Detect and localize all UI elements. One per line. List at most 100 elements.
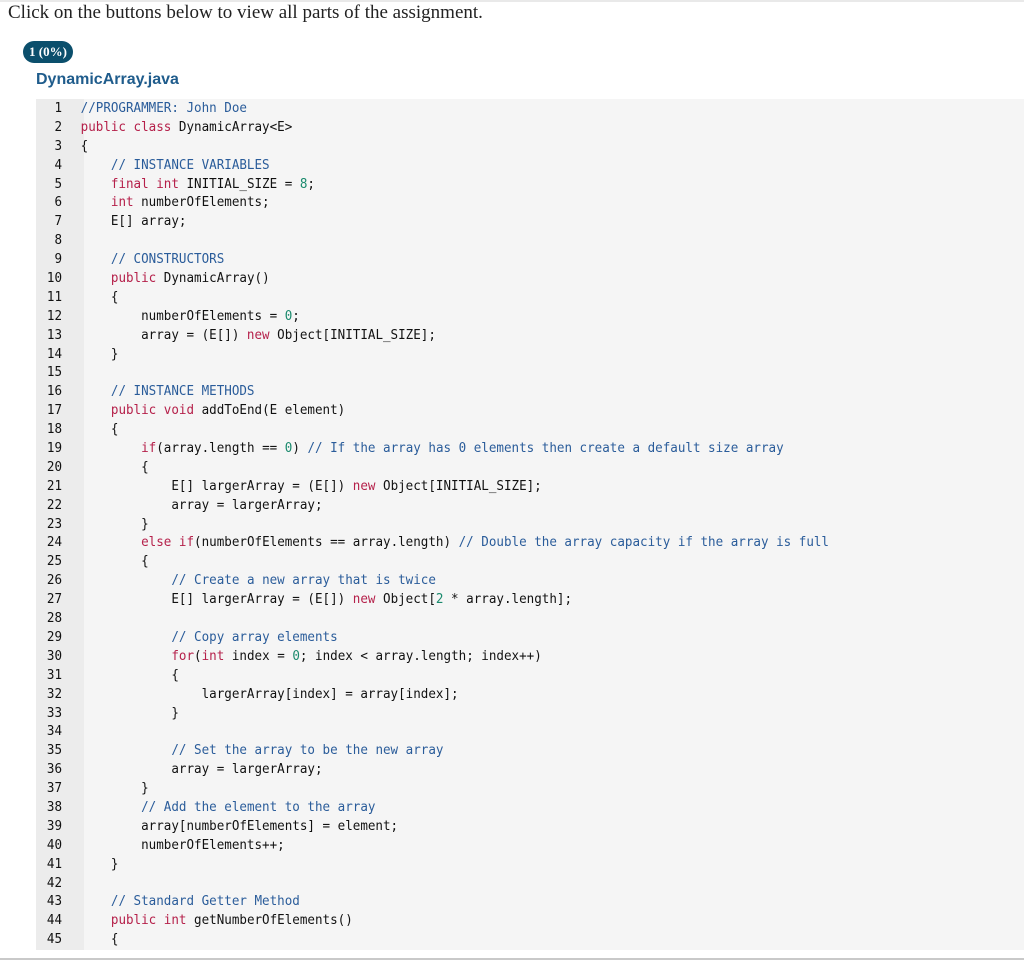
- code-token: {: [80, 421, 119, 438]
- line-number: 40: [46, 836, 63, 853]
- line-number: 12: [46, 307, 63, 324]
- line-number: 8: [54, 232, 63, 249]
- code-line: 24 else if(numberOfElements == array.len…: [36, 533, 829, 552]
- code-line: 10 public DynamicArray(): [36, 269, 829, 288]
- code-text: //PROGRAMMER: John Doe: [81, 100, 247, 116]
- code-token: // Standard Getter Method: [110, 893, 300, 910]
- code-line: 20 {: [36, 458, 829, 477]
- code-text: public DynamicArray(): [81, 270, 270, 286]
- code-line: 8: [36, 231, 829, 250]
- code-token: // Set the array to be the new array: [171, 742, 444, 759]
- code-token: }: [80, 345, 119, 362]
- line-number: 19: [46, 440, 63, 457]
- code-token: new: [352, 477, 384, 494]
- line-number: 1: [54, 100, 63, 116]
- code-token: new: [246, 326, 278, 343]
- code-token: index =: [231, 647, 293, 664]
- code-token: public class: [80, 118, 179, 135]
- code-text: if(array.length == 0) // If the array ha…: [81, 440, 784, 456]
- line-number: 28: [46, 610, 63, 627]
- code-line: 14 }: [36, 345, 829, 364]
- code-text: else if(numberOfElements == array.length…: [81, 534, 829, 550]
- line-number: 4: [54, 156, 63, 173]
- code-token: //PROGRAMMER: John Doe: [80, 100, 247, 116]
- code-token: // Add the element to the array: [141, 798, 376, 815]
- code-line: 7 E[] array;: [36, 212, 829, 231]
- code-token: for: [171, 647, 195, 664]
- code-viewer[interactable]: 1 //PROGRAMMER: John Doe 2 public class Dyn…: [36, 99, 1024, 950]
- code-token: * array.length];: [443, 591, 572, 608]
- code-token: // Copy array elements: [171, 628, 338, 645]
- code-token: array = largerArray;: [80, 761, 323, 778]
- code-token: else if: [141, 534, 195, 551]
- code-line: 38 // Add the element to the array: [36, 798, 829, 817]
- code-token: {: [80, 288, 119, 305]
- line-number: 32: [46, 685, 63, 702]
- code-token: numberOfElements;: [141, 194, 270, 211]
- line-number: 33: [46, 704, 63, 721]
- line-number: 24: [46, 534, 63, 551]
- code-text: public void addToEnd(E element): [81, 402, 346, 418]
- code-line: 42: [36, 874, 829, 893]
- line-number: 11: [46, 288, 63, 305]
- line-number: 16: [46, 383, 63, 400]
- code-token: {: [80, 553, 149, 570]
- code-token: {: [80, 137, 89, 154]
- code-token: array = (E[]): [80, 326, 247, 343]
- code-token: ; index < array.length; index++): [299, 647, 542, 664]
- code-line: 5 final int INITIAL_SIZE = 8;: [36, 175, 829, 194]
- code-line: 44 public int getNumberOfElements(): [36, 911, 829, 930]
- line-number: 44: [46, 912, 63, 929]
- code-lines: 1 //PROGRAMMER: John Doe 2 public class Dyn…: [36, 99, 889, 950]
- line-number: 36: [46, 761, 63, 778]
- code-token: DynamicArray<E>: [178, 118, 293, 135]
- line-number: 25: [46, 553, 63, 570]
- code-line: 39 array[numberOfElements] = element;: [36, 817, 829, 836]
- line-number: 35: [46, 742, 63, 759]
- code-token: E[] largerArray = (E[]): [80, 591, 353, 608]
- code-text: }: [81, 516, 149, 532]
- code-token: }: [80, 515, 149, 532]
- code-line: 41 }: [36, 855, 829, 874]
- code-text: // Copy array elements: [81, 628, 338, 645]
- code-token: E[] array;: [80, 213, 187, 230]
- code-line: 31 {: [36, 666, 829, 685]
- code-token: // Double the array capacity if the arra…: [458, 534, 829, 551]
- code-text: public class DynamicArray<E>: [81, 119, 293, 135]
- code-text: // Add the element to the array: [81, 798, 376, 815]
- code-line: 36 array = largerArray;: [36, 760, 829, 779]
- code-token: {: [80, 458, 149, 475]
- code-line: 28: [36, 609, 829, 628]
- code-line: 32 largerArray[index] = array[index];: [36, 685, 829, 704]
- code-token: 8: [299, 175, 308, 192]
- part-1-button[interactable]: 1 (0%): [23, 41, 73, 63]
- code-line: 33 }: [36, 704, 829, 723]
- code-token: // CONSTRUCTORS: [110, 251, 225, 268]
- line-number: 15: [46, 364, 63, 381]
- code-token: new: [352, 591, 384, 608]
- horizontal-scrollbar[interactable]: [0, 958, 1024, 960]
- instruction-text: Click on the buttons below to view all p…: [8, 2, 483, 23]
- code-text: }: [81, 346, 119, 362]
- code-text: for(int index = 0; index < array.length;…: [81, 647, 542, 664]
- code-text: // INSTANCE METHODS: [81, 383, 255, 399]
- line-number: 27: [46, 591, 63, 608]
- code-text: array[numberOfElements] = element;: [81, 818, 398, 834]
- code-token: Object[INITIAL_SIZE];: [277, 326, 436, 343]
- line-number: 3: [54, 137, 63, 154]
- code-token: (: [194, 647, 202, 664]
- code-text: final int INITIAL_SIZE = 8;: [81, 176, 315, 192]
- code-text: largerArray[index] = array[index];: [81, 686, 459, 702]
- code-token: public: [110, 270, 164, 287]
- code-line: 9 // CONSTRUCTORS: [36, 250, 829, 269]
- code-text: E[] largerArray = (E[]) new Object[2 * a…: [81, 591, 572, 607]
